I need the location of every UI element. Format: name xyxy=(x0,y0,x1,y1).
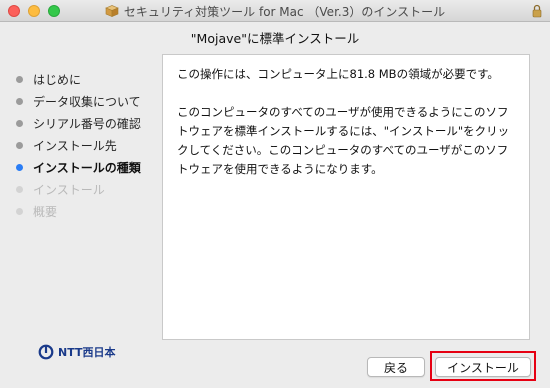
step-serial-number: シリアル番号の確認 xyxy=(16,112,141,134)
step-dot-icon xyxy=(16,207,23,215)
package-icon xyxy=(105,5,119,17)
install-button[interactable]: インストール xyxy=(435,357,531,377)
window-title: セキュリティ対策ツール for Mac （Ver.3）のインストール xyxy=(123,4,446,19)
window-title-group: セキュリティ対策ツール for Mac （Ver.3）のインストール xyxy=(0,0,550,22)
step-label: 概要 xyxy=(33,204,58,219)
installer-window: セキュリティ対策ツール for Mac （Ver.3）のインストール "Moja… xyxy=(0,0,550,388)
step-label: はじめに xyxy=(33,72,82,87)
step-dot-icon xyxy=(16,97,23,105)
step-label: インストールの種類 xyxy=(33,160,141,175)
disk-space-text: この操作には、コンピュータ上に81.8 MBの領域が必要です。 xyxy=(177,67,499,81)
title-bar[interactable]: セキュリティ対策ツール for Mac （Ver.3）のインストール xyxy=(0,0,550,22)
step-dot-icon xyxy=(16,119,23,127)
ntt-logo-icon xyxy=(38,344,54,360)
step-introduction: はじめに xyxy=(16,68,141,90)
step-dot-icon xyxy=(16,75,23,83)
lock-icon[interactable] xyxy=(532,4,542,18)
pane-subtitle: "Mojave"に標準インストール xyxy=(190,31,360,46)
step-label: データ収集について xyxy=(33,94,141,109)
ntt-logo-text: NTT西日本 xyxy=(58,346,116,359)
step-data-collection: データ収集について xyxy=(16,90,141,112)
step-label: インストール xyxy=(33,182,105,197)
step-dot-icon xyxy=(16,141,23,149)
installer-steps: はじめに データ収集について シリアル番号の確認 インストール先 インストールの… xyxy=(16,68,141,222)
step-installation: インストール xyxy=(16,178,141,200)
step-dot-active-icon xyxy=(16,163,23,171)
step-label: インストール先 xyxy=(33,138,117,153)
step-dot-icon xyxy=(16,185,23,193)
step-installation-type: インストールの種類 xyxy=(16,156,141,178)
back-button[interactable]: 戻る xyxy=(367,357,425,377)
step-destination: インストール先 xyxy=(16,134,141,156)
install-description-text: このコンピュータのすべてのユーザが使用できるようにこのソフトウェアを標準インスト… xyxy=(177,105,510,176)
step-summary: 概要 xyxy=(16,200,141,222)
ntt-logo: NTT西日本 xyxy=(38,344,115,360)
content-pane: この操作には、コンピュータ上に81.8 MBの領域が必要です。 このコンピュータ… xyxy=(162,54,530,340)
step-label: シリアル番号の確認 xyxy=(33,116,141,131)
